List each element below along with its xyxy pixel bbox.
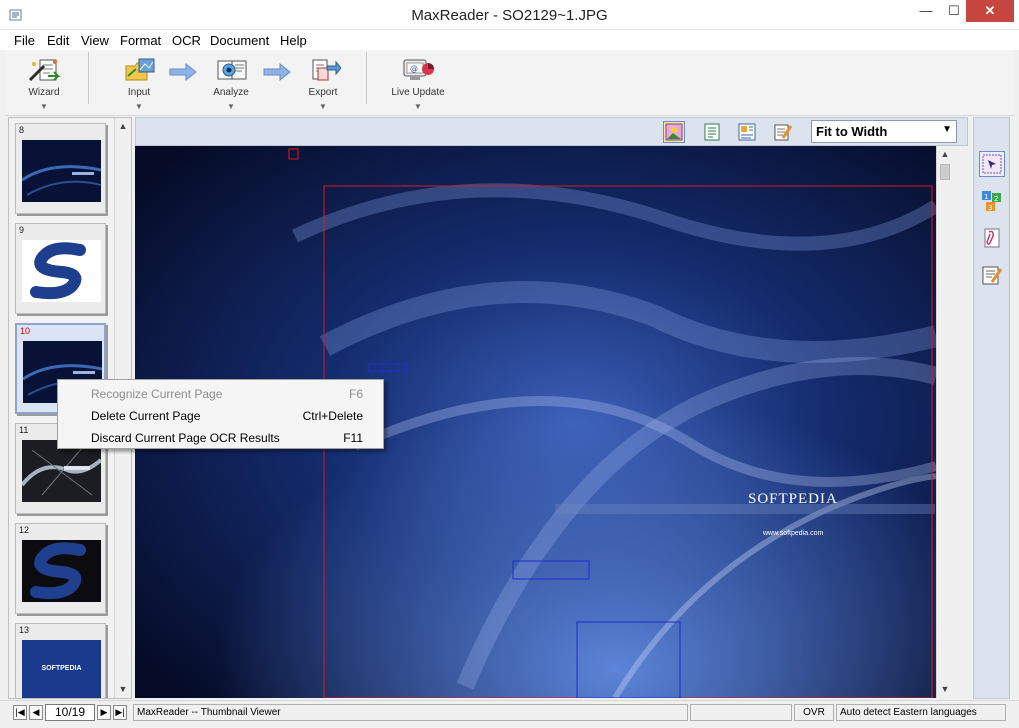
scroll-down-icon[interactable]: ▼ (937, 681, 953, 698)
svg-text:@: @ (410, 64, 418, 73)
menu-item-shortcut: F6 (348, 387, 363, 401)
language-status: Auto detect Eastern languages (836, 704, 1006, 721)
menu-item-shortcut: Ctrl+Delete (302, 409, 363, 423)
close-button[interactable]: ✕ (966, 0, 1014, 22)
wizard-button[interactable]: Wizard ▼ (9, 54, 79, 112)
thumbnail-number: 8 (19, 125, 25, 135)
thumbnail-image (22, 240, 101, 302)
prev-page-icon[interactable]: ◀ (29, 705, 43, 720)
title-bar: MaxReader - SO2129~1.JPG — ☐ ✕ (0, 0, 1019, 30)
zoom-select[interactable]: Fit to Width ▼ (811, 120, 957, 143)
menu-item-label: Discard Current Page OCR Results (91, 431, 280, 445)
order-tool-icon[interactable]: 123 (979, 188, 1005, 214)
toolbar-separator (366, 52, 367, 104)
thumbnail-number: 9 (19, 225, 25, 235)
select-tool-icon[interactable] (979, 151, 1005, 177)
live-update-icon: @ (403, 59, 434, 80)
menu-document[interactable]: Document (210, 33, 269, 48)
input-icon (125, 58, 155, 81)
toolbar-separator (88, 52, 89, 104)
edit-view-icon[interactable] (772, 121, 794, 143)
viewer-scrollbar[interactable]: ▲ ▼ (936, 146, 953, 698)
first-page-icon[interactable]: |◀ (13, 705, 27, 720)
status-message: MaxReader -- Thumbnail Viewer (133, 704, 688, 721)
minimize-button[interactable]: — (912, 0, 940, 22)
viewer-margin (953, 146, 968, 698)
scroll-thumb[interactable] (940, 164, 950, 180)
main-toolbar: Wizard ▼ Input ▼ Analyze ▼ Export ▼ @ Li… (6, 50, 1014, 116)
menu-ocr[interactable]: OCR (172, 33, 201, 48)
export-button[interactable]: Export ▼ (288, 54, 358, 112)
menu-bar: File Edit View Format OCR Document Help (0, 30, 1019, 50)
chevron-down-icon[interactable]: ▼ (414, 102, 422, 111)
status-empty-cell (690, 704, 792, 721)
thumbnail-image: SOFTPEDIA (22, 640, 101, 698)
menu-file[interactable]: File (14, 33, 35, 48)
wizard-label: Wizard (28, 87, 60, 98)
export-icon (312, 59, 341, 81)
thumbnail-image (22, 540, 101, 602)
menu-help[interactable]: Help (280, 33, 307, 48)
scroll-up-icon[interactable]: ▲ (115, 118, 131, 135)
chevron-down-icon[interactable]: ▼ (135, 102, 143, 111)
menu-edit[interactable]: Edit (47, 33, 69, 48)
menu-item-recognize-page[interactable]: Recognize Current Page F6 (58, 383, 383, 405)
live-update-button[interactable]: @ Live Update ▼ (383, 54, 453, 112)
menu-item-label: Recognize Current Page (91, 387, 223, 401)
svg-text:3: 3 (988, 204, 992, 212)
chevron-down-icon[interactable]: ▼ (942, 124, 952, 135)
svg-text:1: 1 (984, 193, 988, 201)
scroll-down-icon[interactable]: ▼ (115, 681, 131, 698)
export-label: Export (308, 87, 338, 98)
status-bar: |◀ ◀ 10/19 ▶ ▶| MaxReader -- Thumbnail V… (0, 700, 1019, 728)
text-view-icon[interactable] (701, 121, 723, 143)
svg-text:2: 2 (994, 195, 998, 203)
chevron-down-icon[interactable]: ▼ (40, 102, 48, 111)
window-title: MaxReader - SO2129~1.JPG (411, 7, 608, 24)
live-update-label: Live Update (391, 87, 445, 98)
image-brand-text: SOFTPEDIA (748, 491, 838, 507)
image-view-icon[interactable] (663, 121, 685, 143)
thumbnail-page-13[interactable]: 13 SOFTPEDIA (15, 623, 106, 698)
thumbnail-number: 12 (19, 525, 30, 535)
menu-item-discard-ocr[interactable]: Discard Current Page OCR Results F11 (58, 427, 383, 449)
input-label: Input (127, 87, 151, 98)
thumbnail-number: 13 (19, 625, 30, 635)
thumbnail-page-12[interactable]: 12 (15, 523, 106, 614)
viewer-toolbar: Fit to Width ▼ (135, 117, 968, 146)
maximize-button[interactable]: ☐ (940, 0, 968, 22)
context-menu: Recognize Current Page F6 Delete Current… (57, 379, 384, 449)
analyze-label: Analyze (213, 87, 249, 98)
thumbnail-page-8[interactable]: 8 (15, 123, 106, 214)
menu-item-label: Delete Current Page (91, 409, 201, 423)
edit-tool-icon[interactable] (979, 262, 1005, 288)
page-number-field[interactable]: 10/19 (45, 704, 95, 721)
right-toolbar: 123 (973, 117, 1010, 699)
scroll-up-icon[interactable]: ▲ (937, 146, 953, 163)
chevron-down-icon[interactable]: ▼ (319, 102, 327, 111)
split-view-icon[interactable] (736, 121, 758, 143)
menu-view[interactable]: View (81, 33, 109, 48)
wizard-icon (28, 59, 61, 82)
analyze-icon (217, 60, 247, 80)
menu-format[interactable]: Format (120, 33, 161, 48)
menu-item-shortcut: F11 (343, 431, 363, 445)
image-url-text: www.softpedia.com (762, 530, 823, 537)
menu-item-delete-page[interactable]: Delete Current Page Ctrl+Delete (58, 405, 383, 427)
clip-tool-icon[interactable] (979, 225, 1005, 251)
last-page-icon[interactable]: ▶| (113, 705, 127, 720)
overwrite-mode: OVR (794, 704, 834, 721)
thumbnail-image (22, 140, 101, 202)
flow-arrow-icon (169, 62, 197, 82)
thumbnail-number: 11 (19, 425, 29, 435)
next-page-icon[interactable]: ▶ (97, 705, 111, 720)
zoom-value: Fit to Width (816, 124, 888, 139)
chevron-down-icon[interactable]: ▼ (227, 102, 235, 111)
analyze-button[interactable]: Analyze ▼ (196, 54, 266, 112)
softpedia-logo-text: SOFTPEDIA (41, 665, 82, 672)
input-button[interactable]: Input ▼ (104, 54, 174, 112)
thumbnail-page-9[interactable]: 9 (15, 223, 106, 314)
thumbnail-number: 10 (20, 326, 31, 336)
thumbnail-image (22, 440, 101, 502)
